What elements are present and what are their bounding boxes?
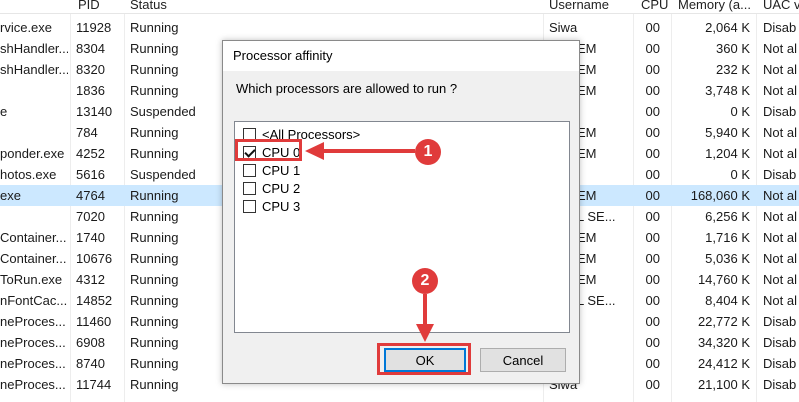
step-1-marker: 1 — [415, 139, 441, 165]
annotation-arrows — [305, 142, 434, 342]
step-2-marker: 2 — [412, 268, 438, 294]
arrow-head-2 — [416, 324, 434, 342]
arrow-head-1 — [305, 142, 324, 160]
